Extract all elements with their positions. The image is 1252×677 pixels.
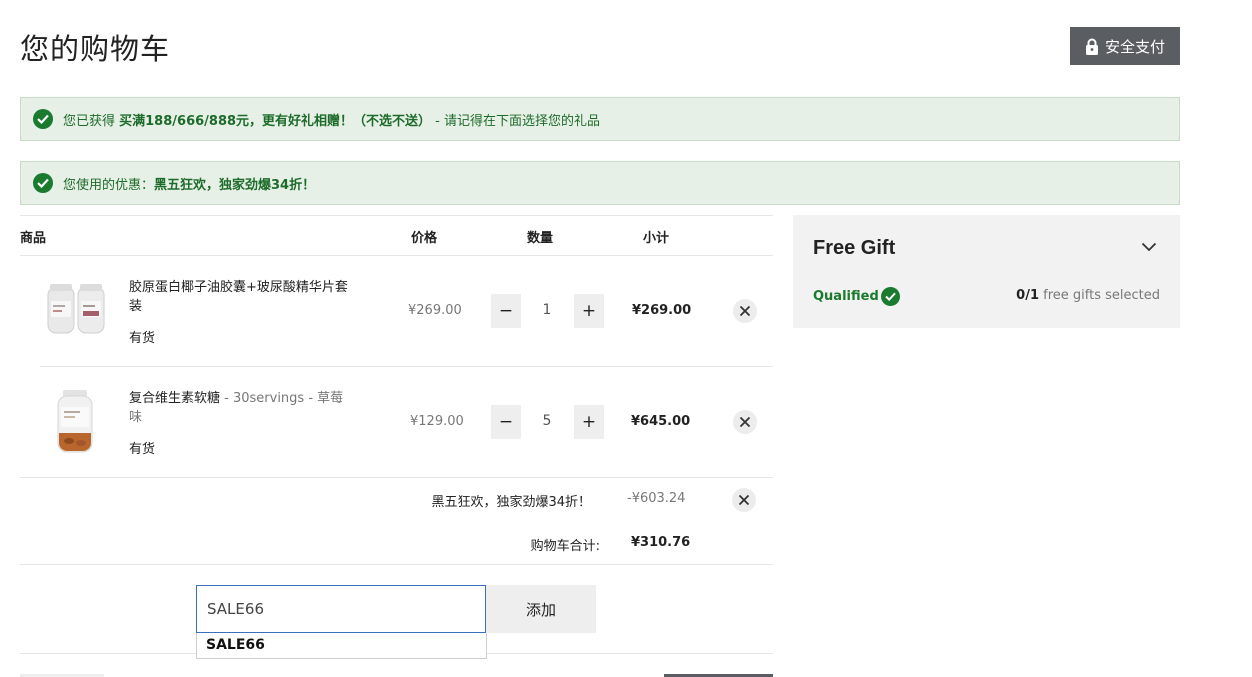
- quantity-increase-button[interactable]: +: [574, 405, 604, 439]
- free-gift-panel: Free Gift Qualified 0/1 free gifts selec…: [793, 215, 1180, 328]
- header-price: 价格: [411, 231, 438, 246]
- product-image[interactable]: [45, 283, 107, 341]
- header-subtotal: 小计: [643, 231, 670, 246]
- promo-notice-text: 您使用的优惠：黑五狂欢，独家劲爆34折！: [63, 174, 315, 193]
- coupon-code-input[interactable]: [196, 585, 486, 633]
- page-title: 您的购物车: [20, 32, 171, 66]
- divider: [20, 477, 773, 478]
- product-name-text[interactable]: 复合维生素软糖: [129, 391, 220, 406]
- check-circle-icon: [880, 287, 900, 306]
- coupon-suggestion[interactable]: SALE66: [196, 633, 487, 659]
- qualified-status: Qualified: [813, 287, 900, 306]
- cart-total-label: 购物车合计:: [530, 539, 600, 554]
- gift-selected-count: 0/1 free gifts selected: [1016, 288, 1160, 303]
- gift-notice: 您已获得 买满188/666/888元，更有好礼相赠！（不选不送） - 请记得在…: [20, 97, 1180, 141]
- quantity-value[interactable]: 1: [537, 302, 557, 318]
- item-subtotal: ¥269.00: [632, 303, 692, 318]
- chevron-down-icon[interactable]: [1141, 237, 1157, 256]
- gift-max-number: /1: [1025, 288, 1039, 303]
- promo-notice-highlight: 黑五狂欢，独家劲爆34折！: [154, 177, 316, 193]
- gift-notice-text: 您已获得 买满188/666/888元，更有好礼相赠！（不选不送） - 请记得在…: [63, 110, 600, 129]
- close-icon: [739, 413, 751, 432]
- divider: [20, 653, 196, 654]
- unit-price: ¥129.00: [410, 414, 464, 429]
- gift-notice-highlight: 买满188/666/888元，更有好礼相赠！（不选不送）: [119, 113, 432, 129]
- gift-selected-text: free gifts selected: [1039, 288, 1160, 303]
- close-icon: [738, 491, 750, 510]
- quantity-decrease-button[interactable]: −: [491, 294, 521, 328]
- lock-icon: [1085, 38, 1099, 55]
- gift-notice-suffix: - 请记得在下面选择您的礼品: [431, 113, 601, 129]
- qualified-label: Qualified: [813, 289, 879, 304]
- secure-checkout-button[interactable]: 安全支付: [1070, 27, 1180, 65]
- product-name[interactable]: 胶原蛋白椰子油胶囊+玻尿酸精华片套装: [129, 278, 354, 316]
- remove-item-button[interactable]: [733, 410, 757, 434]
- divider: [487, 653, 773, 654]
- secure-checkout-label: 安全支付: [1104, 37, 1165, 56]
- header-quantity: 数量: [527, 231, 554, 246]
- quantity-increase-button[interactable]: +: [574, 294, 604, 328]
- cart-total-amount: ¥310.76: [631, 535, 691, 550]
- promo-notice-prefix: 您使用的优惠：: [63, 177, 155, 193]
- product-image[interactable]: [55, 389, 95, 459]
- item-subtotal: ¥645.00: [631, 414, 691, 429]
- quantity-value[interactable]: 5: [537, 413, 557, 429]
- discount-label: 黑五狂欢，独家劲爆34折！: [431, 495, 591, 510]
- remove-item-button[interactable]: [733, 299, 757, 323]
- promo-notice: 您使用的优惠：黑五狂欢，独家劲爆34折！: [20, 161, 1180, 205]
- product-name[interactable]: 复合维生素软糖 - 30servings - 草莓味: [129, 389, 354, 427]
- discount-amount: -¥603.24: [627, 491, 686, 506]
- free-gift-title[interactable]: Free Gift: [813, 237, 895, 260]
- remove-discount-button[interactable]: [732, 488, 756, 512]
- divider: [20, 255, 773, 256]
- close-icon: [739, 302, 751, 321]
- quantity-decrease-button[interactable]: −: [491, 405, 521, 439]
- check-circle-icon: [33, 173, 53, 193]
- stock-status: 有货: [129, 331, 156, 346]
- divider: [20, 215, 773, 216]
- divider: [20, 564, 773, 565]
- stock-status: 有货: [129, 442, 156, 457]
- unit-price: ¥269.00: [408, 303, 462, 318]
- divider: [40, 366, 773, 367]
- product-name-text[interactable]: 胶原蛋白椰子油胶囊+玻尿酸精华片套装: [129, 280, 348, 314]
- gift-selected-number: 0: [1016, 288, 1026, 303]
- header-product: 商品: [20, 231, 47, 246]
- gift-notice-prefix: 您已获得: [63, 113, 120, 129]
- check-circle-icon: [33, 109, 53, 129]
- coupon-add-button[interactable]: 添加: [486, 585, 596, 633]
